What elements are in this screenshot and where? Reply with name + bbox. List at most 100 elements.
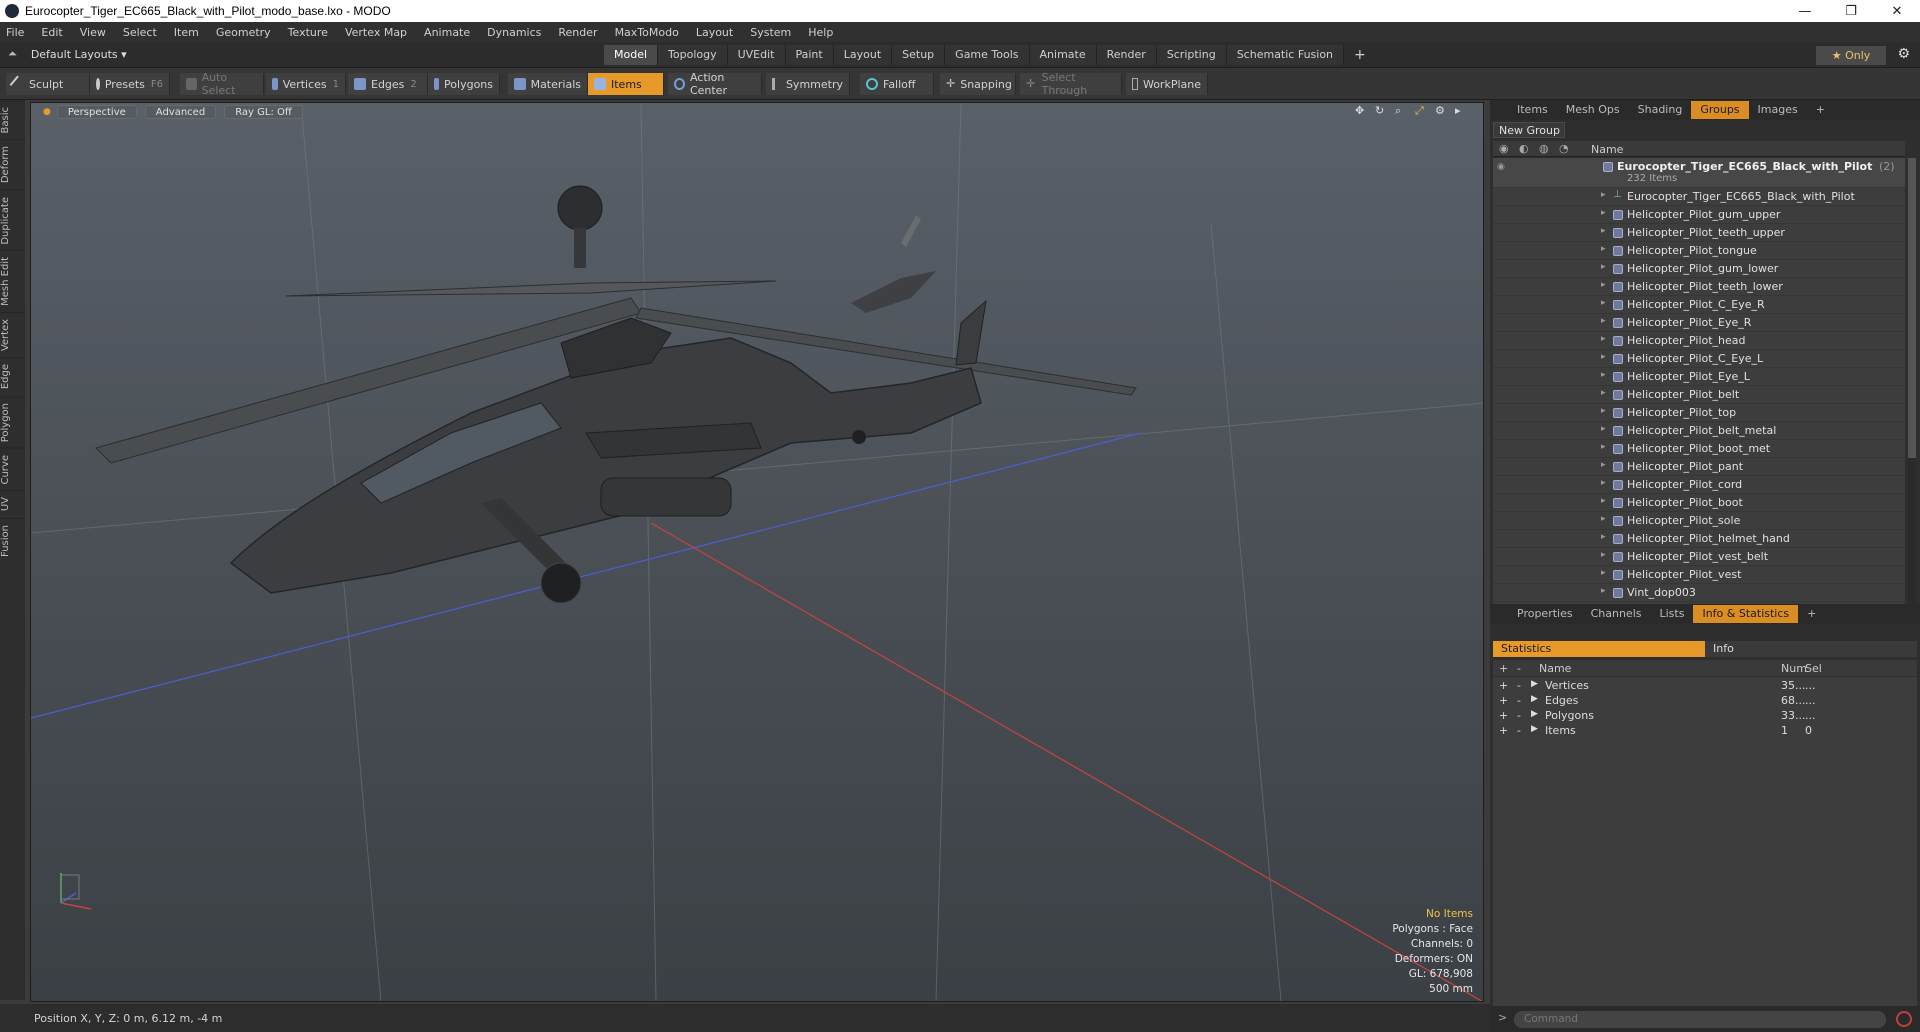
group-item-row[interactable]: ▸ Helicopter_Pilot_top [1493, 404, 1905, 422]
view-perspective-button[interactable]: Perspective [56, 105, 137, 119]
tab-shading[interactable]: Shading [1629, 101, 1692, 119]
menu-select[interactable]: Select [123, 26, 157, 39]
row-arrow-icon[interactable]: ▶ [1531, 724, 1538, 734]
menu-view[interactable]: View [80, 26, 106, 39]
tab-mesh-ops[interactable]: Mesh Ops [1557, 101, 1629, 119]
group-item-row[interactable]: ▸ Helicopter_Pilot_Eye_R [1493, 314, 1905, 332]
tab-lists[interactable]: Lists [1651, 605, 1694, 623]
group-root-row[interactable]: ◉ Eurocopter_Tiger_EC665_Black_with_Pilo… [1493, 158, 1905, 188]
add-panel-tab-button[interactable]: + [1798, 605, 1825, 623]
stats-row[interactable]: + - ▶ Items 1 0 [1493, 722, 1917, 740]
row-arrow-icon[interactable]: ▶ [1531, 694, 1538, 704]
add-tab-button[interactable]: + [1344, 45, 1376, 65]
menu-vertex-map[interactable]: Vertex Map [345, 26, 407, 39]
tab-render[interactable]: Render [1096, 45, 1157, 65]
menu-item[interactable]: Item [174, 26, 199, 39]
raygl-button[interactable]: Ray GL: Off [224, 105, 303, 119]
group-item-row[interactable]: ▸ Helicopter_Pilot_tongue [1493, 242, 1905, 260]
group-item-row[interactable]: ▸ Helicopter_Pilot_sole [1493, 512, 1905, 530]
group-item-row[interactable]: ▸ Helicopter_Pilot_belt_metal [1493, 422, 1905, 440]
tab-statistics[interactable]: Statistics [1493, 641, 1705, 657]
group-item-row[interactable]: ▸ Helicopter_Pilot_helmet_hand [1493, 530, 1905, 548]
minimize-button[interactable]: — [1782, 0, 1828, 22]
expand-icon[interactable]: + [1499, 694, 1508, 707]
layout-preset-dropdown[interactable]: Default Layouts ▾ [31, 48, 127, 61]
expand-arrow-icon[interactable]: ▸ [1601, 532, 1606, 542]
polygons-button[interactable]: Polygons [428, 73, 500, 95]
tab-basic[interactable]: Basic [0, 100, 25, 140]
group-item-row[interactable]: ▸ Helicopter_Pilot_cord [1493, 476, 1905, 494]
tab-layout[interactable]: Layout [833, 45, 893, 65]
menu-maxtomodo[interactable]: MaxToModo [615, 26, 679, 39]
menu-system[interactable]: System [750, 26, 791, 39]
symmetry-button[interactable]: Symmetry [766, 73, 850, 95]
group-item-row[interactable]: ▸ Helicopter_Pilot_vest [1493, 566, 1905, 584]
tab-model[interactable]: Model [604, 45, 659, 65]
tab-uvedit[interactable]: UVEdit [727, 45, 786, 65]
expand-arrow-icon[interactable]: ▸ [1601, 226, 1606, 236]
expand-arrow-icon[interactable]: ▸ [1601, 370, 1606, 380]
action-center-button[interactable]: Action Center [668, 71, 762, 97]
items-button[interactable]: Items [588, 73, 664, 95]
menu-layout[interactable]: Layout [696, 26, 733, 39]
expand-arrow-icon[interactable]: ▸ [1601, 388, 1606, 398]
falloff-button[interactable]: Falloff [860, 73, 934, 95]
menu-geometry[interactable]: Geometry [216, 26, 271, 39]
collapse-icon[interactable]: - [1517, 679, 1521, 692]
presets-button[interactable]: Presets F6 [90, 73, 170, 95]
select-through-button[interactable]: ✛ Select Through [1020, 71, 1122, 97]
tab-vertex[interactable]: Vertex [0, 312, 25, 358]
group-item-row[interactable]: ▸ Helicopter_Pilot_gum_upper [1493, 206, 1905, 224]
group-item-row[interactable]: ▸ Helicopter_Pilot_teeth_upper [1493, 224, 1905, 242]
tab-game-tools[interactable]: Game Tools [945, 45, 1030, 65]
visibility-eye-icon[interactable]: ◉ [1497, 162, 1507, 172]
group-item-row[interactable]: ▸ Helicopter_Pilot_belt [1493, 386, 1905, 404]
menu-edit[interactable]: Edit [41, 26, 62, 39]
group-item-row[interactable]: ▸ Helicopter_Pilot_head [1493, 332, 1905, 350]
group-item-row[interactable]: ▸ ⊥ Eurocopter_Tiger_EC665_Black_with_Pilo… [1493, 188, 1905, 206]
expand-icon[interactable]: + [1499, 709, 1508, 722]
zoom-icon[interactable]: ⌕ [1395, 105, 1407, 117]
rotate-icon[interactable]: ↻ [1375, 105, 1387, 117]
vertices-button[interactable]: Vertices 1 [266, 73, 346, 95]
group-item-row[interactable]: ▸ Helicopter_Pilot_gum_lower [1493, 260, 1905, 278]
pan-icon[interactable]: ✥ [1355, 105, 1367, 117]
expand-arrow-icon[interactable]: ▸ [1601, 478, 1606, 488]
collapse-icon[interactable]: - [1517, 724, 1521, 737]
expand-arrow-icon[interactable]: ▸ [1601, 208, 1606, 218]
tab-uv[interactable]: UV [0, 490, 25, 518]
sculpt-button[interactable]: Sculpt [6, 73, 90, 95]
maximize-button[interactable]: ❐ [1828, 0, 1874, 22]
expand-arrow-icon[interactable]: ▸ [1601, 442, 1606, 452]
menu-render[interactable]: Render [558, 26, 597, 39]
menu-animate[interactable]: Animate [424, 26, 470, 39]
expand-arrow-icon[interactable]: ▸ [1601, 406, 1606, 416]
workplane-button[interactable]: WorkPlane [1126, 73, 1208, 95]
record-macro-icon[interactable] [1896, 1011, 1912, 1027]
menu-texture[interactable]: Texture [288, 26, 328, 39]
expand-icon[interactable]: + [1499, 679, 1508, 692]
shading-advanced-button[interactable]: Advanced [144, 105, 217, 119]
tab-items[interactable]: Items [1508, 101, 1557, 119]
collapse-icon[interactable]: - [1517, 709, 1521, 722]
tab-duplicate[interactable]: Duplicate [0, 189, 25, 251]
tab-fusion[interactable]: Fusion [0, 517, 25, 563]
viewport-settings-icon[interactable]: ⚙ [1435, 105, 1447, 117]
expand-arrow-icon[interactable]: ▸ [1601, 190, 1606, 200]
group-item-row[interactable]: ▸ Helicopter_Pilot_boot [1493, 494, 1905, 512]
close-button[interactable]: ✕ [1874, 0, 1920, 22]
row-arrow-icon[interactable]: ▶ [1531, 709, 1538, 719]
helicopter-model[interactable] [95, 185, 1137, 604]
tab-deform[interactable]: Deform [0, 139, 25, 190]
expand-arrow-icon[interactable]: ▸ [1601, 352, 1606, 362]
layout-up-icon[interactable]: ⏶ [8, 47, 17, 61]
new-group-button[interactable]: New Group [1493, 122, 1565, 138]
collapse-icon[interactable]: - [1517, 694, 1521, 707]
group-item-row[interactable]: ▸ Helicopter_Pilot_teeth_lower [1493, 278, 1905, 296]
group-item-row[interactable]: ▸ Vint_dop003 [1493, 584, 1905, 602]
row-arrow-icon[interactable]: ▶ [1531, 679, 1538, 689]
viewport-menu-icon[interactable]: ● [43, 107, 51, 117]
group-item-row[interactable]: ▸ Helicopter_Pilot_C_Eye_L [1493, 350, 1905, 368]
expand-arrow-icon[interactable]: ▸ [1601, 298, 1606, 308]
expand-arrow-icon[interactable]: ▸ [1601, 460, 1606, 470]
